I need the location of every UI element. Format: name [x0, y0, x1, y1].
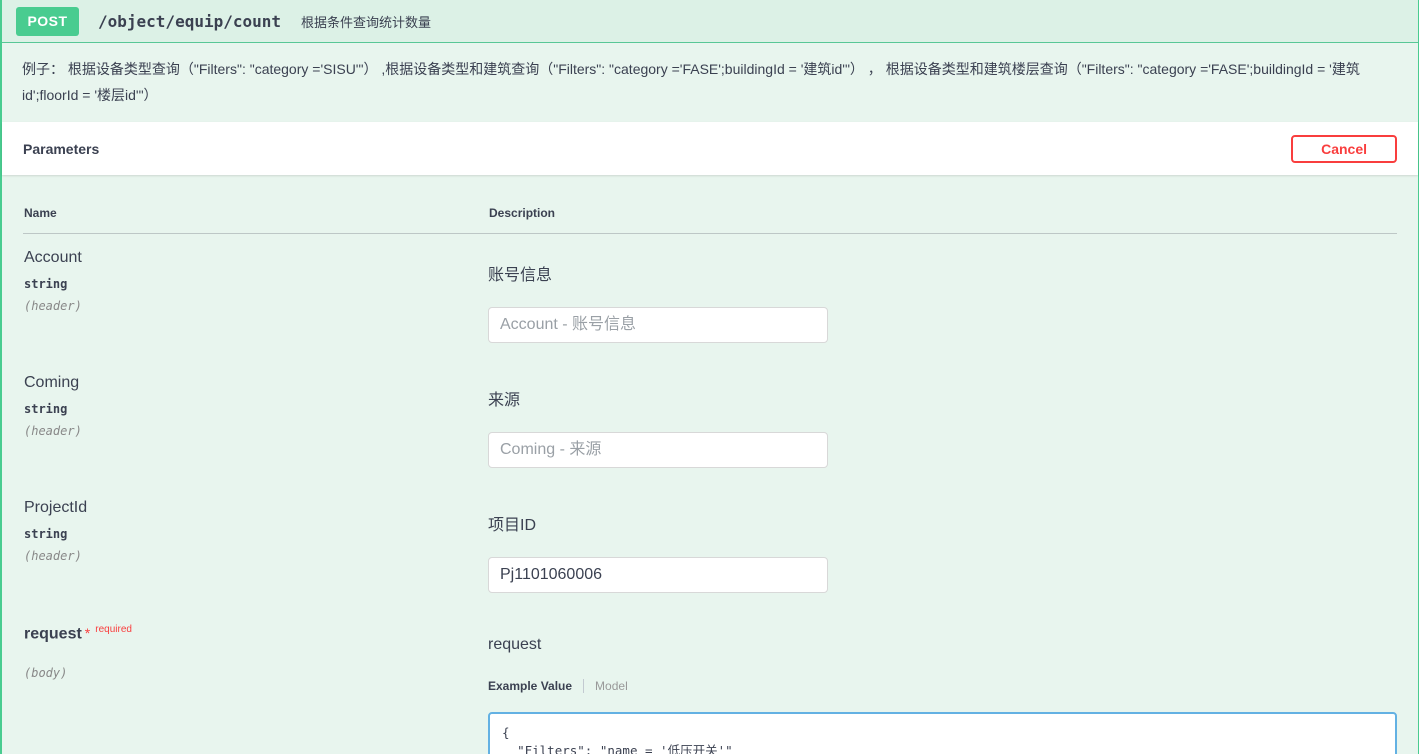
tab-example-value[interactable]: Example Value — [488, 679, 584, 693]
param-name-cell: Account string (header) — [23, 234, 488, 343]
account-input[interactable] — [488, 307, 828, 343]
param-location: (header) — [24, 549, 488, 563]
http-method-badge: POST — [16, 7, 79, 36]
table-row-request: request*required (body) request Example … — [23, 609, 1397, 754]
param-description: request — [488, 636, 1397, 654]
required-label: required — [95, 624, 132, 635]
param-description-cell: 账号信息 — [488, 234, 1397, 343]
param-description: 项目ID — [488, 511, 1397, 535]
param-location: (header) — [24, 299, 488, 313]
table-row-coming: Coming string (header) 来源 — [23, 359, 1397, 484]
param-location: (header) — [24, 424, 488, 438]
endpoint-summary: 根据条件查询统计数量 — [301, 12, 431, 31]
param-name: Coming — [24, 374, 488, 392]
param-description-cell: 项目ID — [488, 484, 1397, 593]
param-description-cell: 来源 — [488, 359, 1397, 468]
param-description: 账号信息 — [488, 261, 1397, 285]
operation-description: 例子： 根据设备类型查询（"Filters": "category ='SISU… — [2, 43, 1418, 122]
projectid-input[interactable] — [488, 557, 828, 593]
param-type: string — [24, 277, 488, 291]
param-description: 来源 — [488, 386, 1397, 410]
column-header-description: Description — [489, 206, 1397, 220]
param-name: request — [24, 625, 82, 642]
parameters-title: Parameters — [23, 141, 99, 157]
param-type: string — [24, 402, 488, 416]
param-location: (body) — [24, 666, 488, 680]
table-row-account: Account string (header) 账号信息 — [23, 234, 1397, 359]
required-star: * — [85, 625, 90, 641]
endpoint-path: /object/equip/count — [98, 12, 281, 31]
tab-model[interactable]: Model — [595, 679, 628, 693]
param-name: ProjectId — [24, 499, 488, 517]
param-name: Account — [24, 249, 488, 267]
post-operation-block: POST /object/equip/count 根据条件查询统计数量 例子： … — [0, 0, 1419, 754]
body-tabs: Example Value Model — [488, 679, 1397, 693]
coming-input[interactable] — [488, 432, 828, 468]
operation-summary-bar[interactable]: POST /object/equip/count 根据条件查询统计数量 — [2, 0, 1418, 43]
param-name-cell: Coming string (header) — [23, 359, 488, 468]
request-body-textarea[interactable]: { "Filters": "name = '低压开关'" } — [488, 712, 1397, 754]
param-name-cell: request* required (body) — [23, 609, 488, 754]
column-header-name: Name — [24, 206, 489, 220]
param-description-cell: request Example Value Model { "Filters":… — [488, 609, 1397, 754]
cancel-button[interactable]: Cancel — [1291, 135, 1397, 163]
parameters-table-head: Name Description — [23, 175, 1397, 234]
table-row-projectid: ProjectId string (header) 项目ID — [23, 484, 1397, 609]
parameters-table: Name Description Account string (header)… — [2, 175, 1418, 754]
param-type: string — [24, 527, 488, 541]
parameters-section-header: Parameters Cancel — [2, 122, 1418, 175]
param-name-cell: ProjectId string (header) — [23, 484, 488, 593]
